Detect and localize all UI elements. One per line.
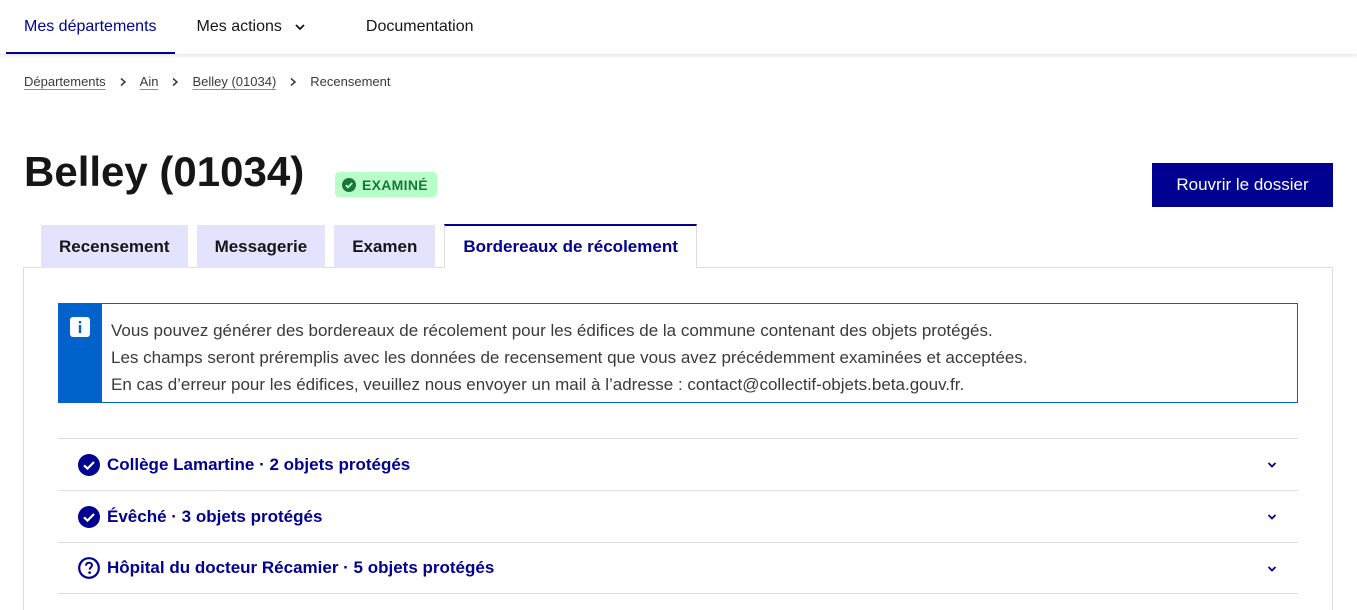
breadcrumb-link-departements[interactable]: Départements <box>24 74 106 89</box>
check-circle-icon <box>342 177 356 192</box>
status-badge-label: EXAMINÉ <box>362 176 428 193</box>
tab-list: Recensement Messagerie Examen Bordereaux… <box>41 224 697 268</box>
nav-mes-actions-label: Mes actions <box>196 18 282 35</box>
edifice-accordion-item[interactable]: Évêché · 3 objets protégés <box>58 490 1298 542</box>
chevron-right-icon <box>172 77 179 86</box>
info-icon <box>70 317 90 337</box>
status-badge: EXAMINÉ <box>335 172 437 197</box>
chevron-down-icon <box>1267 514 1277 520</box>
page-title: Belley (01034) <box>24 148 305 195</box>
tab-bordereaux[interactable]: Bordereaux de récolement <box>444 224 697 268</box>
nav-documentation[interactable]: Documentation <box>348 0 492 54</box>
nav-documentation-label: Documentation <box>365 18 474 35</box>
main-navigation: Mes départements Mes actions Documentati… <box>0 0 1357 54</box>
nav-mes-actions[interactable]: Mes actions <box>179 0 324 54</box>
chevron-right-icon <box>290 77 297 86</box>
nav-mes-departements[interactable]: Mes départements <box>6 0 175 54</box>
edifice-accordion-item[interactable]: Hôpital du docteur Récamier · 5 objets p… <box>58 542 1298 594</box>
question-circle-icon <box>78 557 100 579</box>
edifice-label: Évêché · 3 objets protégés <box>107 506 323 526</box>
info-alert: Vous pouvez générer des bordereaux de ré… <box>58 303 1298 403</box>
breadcrumb: Départements Ain Belley (01034) Recensem… <box>24 74 391 89</box>
chevron-down-icon <box>1267 462 1277 468</box>
check-circle-icon <box>78 453 100 476</box>
chevron-right-icon <box>120 77 126 86</box>
alert-icon-bar <box>59 304 102 402</box>
alert-line: Les champs seront préremplis avec les do… <box>111 348 1028 367</box>
breadcrumb-link-ain[interactable]: Ain <box>140 74 159 89</box>
tab-recensement[interactable]: Recensement <box>41 225 188 268</box>
check-circle-icon <box>78 505 100 528</box>
breadcrumb-current: Recensement <box>310 74 391 89</box>
edifice-label: Hôpital du docteur Récamier · 5 objets p… <box>107 558 495 577</box>
alert-line: Vous pouvez générer des bordereaux de ré… <box>111 321 993 340</box>
tab-examen[interactable]: Examen <box>334 225 436 268</box>
edifices-accordion: Collège Lamartine · 2 objets protégés Év… <box>58 438 1298 594</box>
edifice-label: Collège Lamartine · 2 objets protégés <box>107 454 411 474</box>
chevron-down-icon <box>1267 566 1277 572</box>
chevron-down-icon <box>295 24 305 31</box>
alert-line: En cas d’erreur pour les édifices, veuil… <box>111 375 965 394</box>
tab-messagerie[interactable]: Messagerie <box>196 225 326 268</box>
nav-mes-departements-label: Mes départements <box>24 18 157 35</box>
alert-text: Vous pouvez générer des bordereaux de ré… <box>102 304 1028 402</box>
breadcrumb-link-belley[interactable]: Belley (01034) <box>192 74 276 89</box>
edifice-accordion-item[interactable]: Collège Lamartine · 2 objets protégés <box>58 438 1298 490</box>
reopen-dossier-button[interactable]: Rouvrir le dossier <box>1152 163 1333 207</box>
